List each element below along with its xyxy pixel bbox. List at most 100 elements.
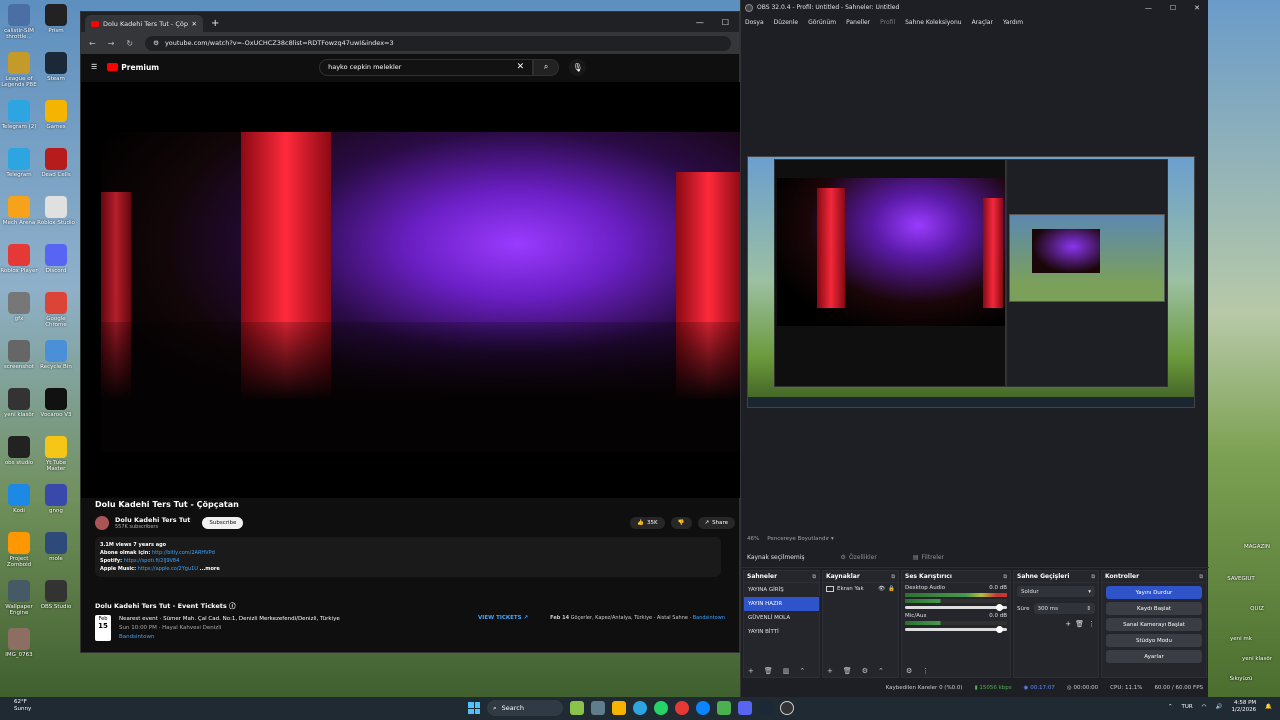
desktop-shortcut[interactable]: gfx	[0, 292, 38, 322]
forward-icon[interactable]: →	[108, 39, 115, 48]
desktop-shortcut[interactable]: IMG_0763	[0, 628, 38, 658]
scene-filter-icon[interactable]: ▥	[783, 667, 790, 675]
desktop-shortcut[interactable]: Dead Cells	[37, 148, 75, 178]
desktop-shortcut[interactable]: Sıkıyüzü	[1224, 676, 1258, 682]
url-field[interactable]: ⚙ youtube.com/watch?v=-OxUCHCZ38c8list=R…	[145, 35, 731, 51]
menu-icon[interactable]: ☰	[91, 63, 97, 71]
studio-mode-button[interactable]: Stüdyo Modu	[1106, 634, 1202, 647]
scene-item[interactable]: YAYIN BİTTİ	[744, 625, 819, 639]
discord-icon[interactable]	[738, 701, 752, 715]
zoom-level[interactable]: 46%	[747, 536, 759, 542]
obs-menu-item[interactable]: Profil	[880, 19, 895, 26]
weather-widget[interactable]: 62°F Sunny	[14, 699, 31, 712]
add-transition-icon[interactable]: +	[1065, 620, 1071, 628]
whatsapp-icon[interactable]	[654, 701, 668, 715]
minimize-icon[interactable]: —	[696, 18, 704, 27]
more-icon[interactable]: ⋮	[922, 667, 929, 675]
description-box[interactable]: 3.1M views 7 years ago Abone olmak için:…	[95, 537, 721, 577]
telegram-icon[interactable]	[633, 701, 647, 715]
popout-icon[interactable]: ⧉	[891, 574, 895, 580]
obs-preview[interactable]	[747, 156, 1195, 408]
scene-item-selected[interactable]: YAYIN HAZIR	[744, 597, 819, 611]
more-icon[interactable]: ⋮	[1088, 620, 1095, 628]
event-vendor[interactable]: Bandsintown	[119, 633, 470, 642]
desktop-shortcut[interactable]: Recycle Bin	[37, 340, 75, 370]
add-scene-icon[interactable]: +	[748, 667, 754, 675]
store-icon[interactable]	[717, 701, 731, 715]
popout-icon[interactable]: ⧉	[812, 574, 816, 580]
youtube-logo[interactable]: Premium	[107, 63, 159, 72]
scene-item[interactable]: GÜVENLİ MOLA	[744, 611, 819, 625]
chevron-up-icon[interactable]: ⌃	[1168, 704, 1173, 710]
like-button[interactable]: 👍 35K	[630, 517, 665, 529]
desktop-shortcut[interactable]: Prism	[37, 4, 75, 34]
obs-menu-item[interactable]: Görünüm	[808, 19, 836, 26]
wifi-icon[interactable]: ◠	[1202, 704, 1207, 710]
desktop-shortcut[interactable]: Roblox Studio	[37, 196, 75, 226]
event2-vendor[interactable]: Bandsintown	[693, 615, 725, 621]
desktop-shortcut[interactable]: Mech Arena	[0, 196, 38, 226]
desc-link-subscribe[interactable]: http://bitly.com/2ARHVPd	[152, 550, 215, 556]
view-tickets-button[interactable]: VIEW TICKETS ↗	[478, 615, 528, 641]
desktop-shortcut[interactable]: yeni klasör	[1240, 656, 1274, 662]
share-button[interactable]: ↗ Share	[697, 517, 735, 529]
volume-slider[interactable]	[905, 626, 1007, 633]
popout-icon[interactable]: ⧉	[1199, 574, 1203, 580]
desktop-shortcut[interactable]: Games	[37, 100, 75, 130]
reload-icon[interactable]: ↻	[126, 39, 133, 48]
search-input[interactable]: hayko cepkin melekler ✕	[319, 58, 534, 76]
desktop-shortcut[interactable]: OBS Studio	[37, 580, 75, 610]
voice-search-button[interactable]: 🎙	[569, 58, 587, 76]
new-tab-button[interactable]: +	[211, 18, 219, 29]
duration-input[interactable]: 300 ms ⇕	[1033, 603, 1095, 614]
virtual-camera-button[interactable]: Sanal Kamerayı Başlat	[1106, 618, 1202, 631]
remove-source-icon[interactable]: 🗑	[843, 667, 852, 675]
mixer-settings-icon[interactable]: ⚙	[906, 667, 912, 675]
language-indicator[interactable]: TUR	[1182, 704, 1193, 710]
widget-app-icon[interactable]	[570, 701, 584, 715]
obs-menu-item[interactable]: Paneller	[846, 19, 870, 26]
obs-menu-item[interactable]: Dosya	[745, 19, 764, 26]
taskbar-search[interactable]: ⌕ Search	[487, 700, 563, 716]
maximize-icon[interactable]: ☐	[722, 18, 729, 27]
stop-streaming-button[interactable]: Yayını Durdur	[1106, 586, 1202, 599]
remove-scene-icon[interactable]: 🗑	[764, 667, 773, 675]
clock[interactable]: 4:58 PM 1/2/2026	[1231, 700, 1256, 714]
desktop-shortcut[interactable]: SAVEGIUT	[1224, 576, 1258, 582]
obs-menu-item[interactable]: Yardım	[1003, 19, 1023, 26]
volume-slider[interactable]	[905, 604, 1007, 611]
desktop-shortcut[interactable]: MAGAZIN	[1240, 544, 1274, 550]
close-icon[interactable]: ✕	[1194, 4, 1200, 12]
add-source-icon[interactable]: +	[827, 667, 833, 675]
back-icon[interactable]: ←	[89, 39, 96, 48]
desktop-shortcut[interactable]: Telegram (2)	[0, 100, 38, 130]
eye-icon[interactable]: 👁	[878, 586, 885, 592]
desktop-shortcut[interactable]: Discord	[37, 244, 75, 274]
transition-select[interactable]: Soldur ▾	[1017, 586, 1095, 597]
desktop-shortcut[interactable]: Roblox Player	[0, 244, 38, 274]
channel-name[interactable]: Dolu Kadehi Ters Tut	[115, 516, 190, 524]
dislike-button[interactable]: 👎	[670, 517, 692, 529]
show-more[interactable]: ...more	[200, 566, 220, 572]
desktop-shortcut[interactable]: QUIZ	[1240, 606, 1274, 612]
search-button[interactable]: ⌕	[533, 58, 560, 76]
fit-to-window[interactable]: Pencereye Boyutlandır ▾	[767, 536, 834, 542]
desktop-shortcut[interactable]: Telegram	[0, 148, 38, 178]
settings-button[interactable]: Ayarlar	[1106, 650, 1202, 663]
desktop-shortcut[interactable]: gnng	[37, 484, 75, 514]
minimize-icon[interactable]: —	[1145, 4, 1152, 12]
close-tab-icon[interactable]: ✕	[192, 20, 197, 28]
edge-icon[interactable]	[696, 701, 710, 715]
desktop-shortcut[interactable]: yeni klasör	[0, 388, 38, 418]
desktop-shortcut[interactable]: Kodi	[0, 484, 38, 514]
obs-menu-item[interactable]: Sahne Koleksiyonu	[905, 19, 961, 26]
desktop-shortcut[interactable]: Yt Tube Master	[37, 436, 75, 472]
obs-icon[interactable]	[780, 701, 794, 715]
scene-item[interactable]: YAYINA GİRİŞ	[744, 583, 819, 597]
site-info-icon[interactable]: ⚙	[153, 39, 159, 47]
desc-link-apple[interactable]: https://apple.co/2Ygu1U	[138, 566, 198, 572]
desktop-shortcut[interactable]: Project Zomboid	[0, 532, 38, 568]
steam-icon[interactable]	[759, 701, 773, 715]
properties-button[interactable]: ⚙ Özellikler	[841, 554, 877, 561]
desktop-shortcut[interactable]: Vocaroo V3	[37, 388, 75, 418]
